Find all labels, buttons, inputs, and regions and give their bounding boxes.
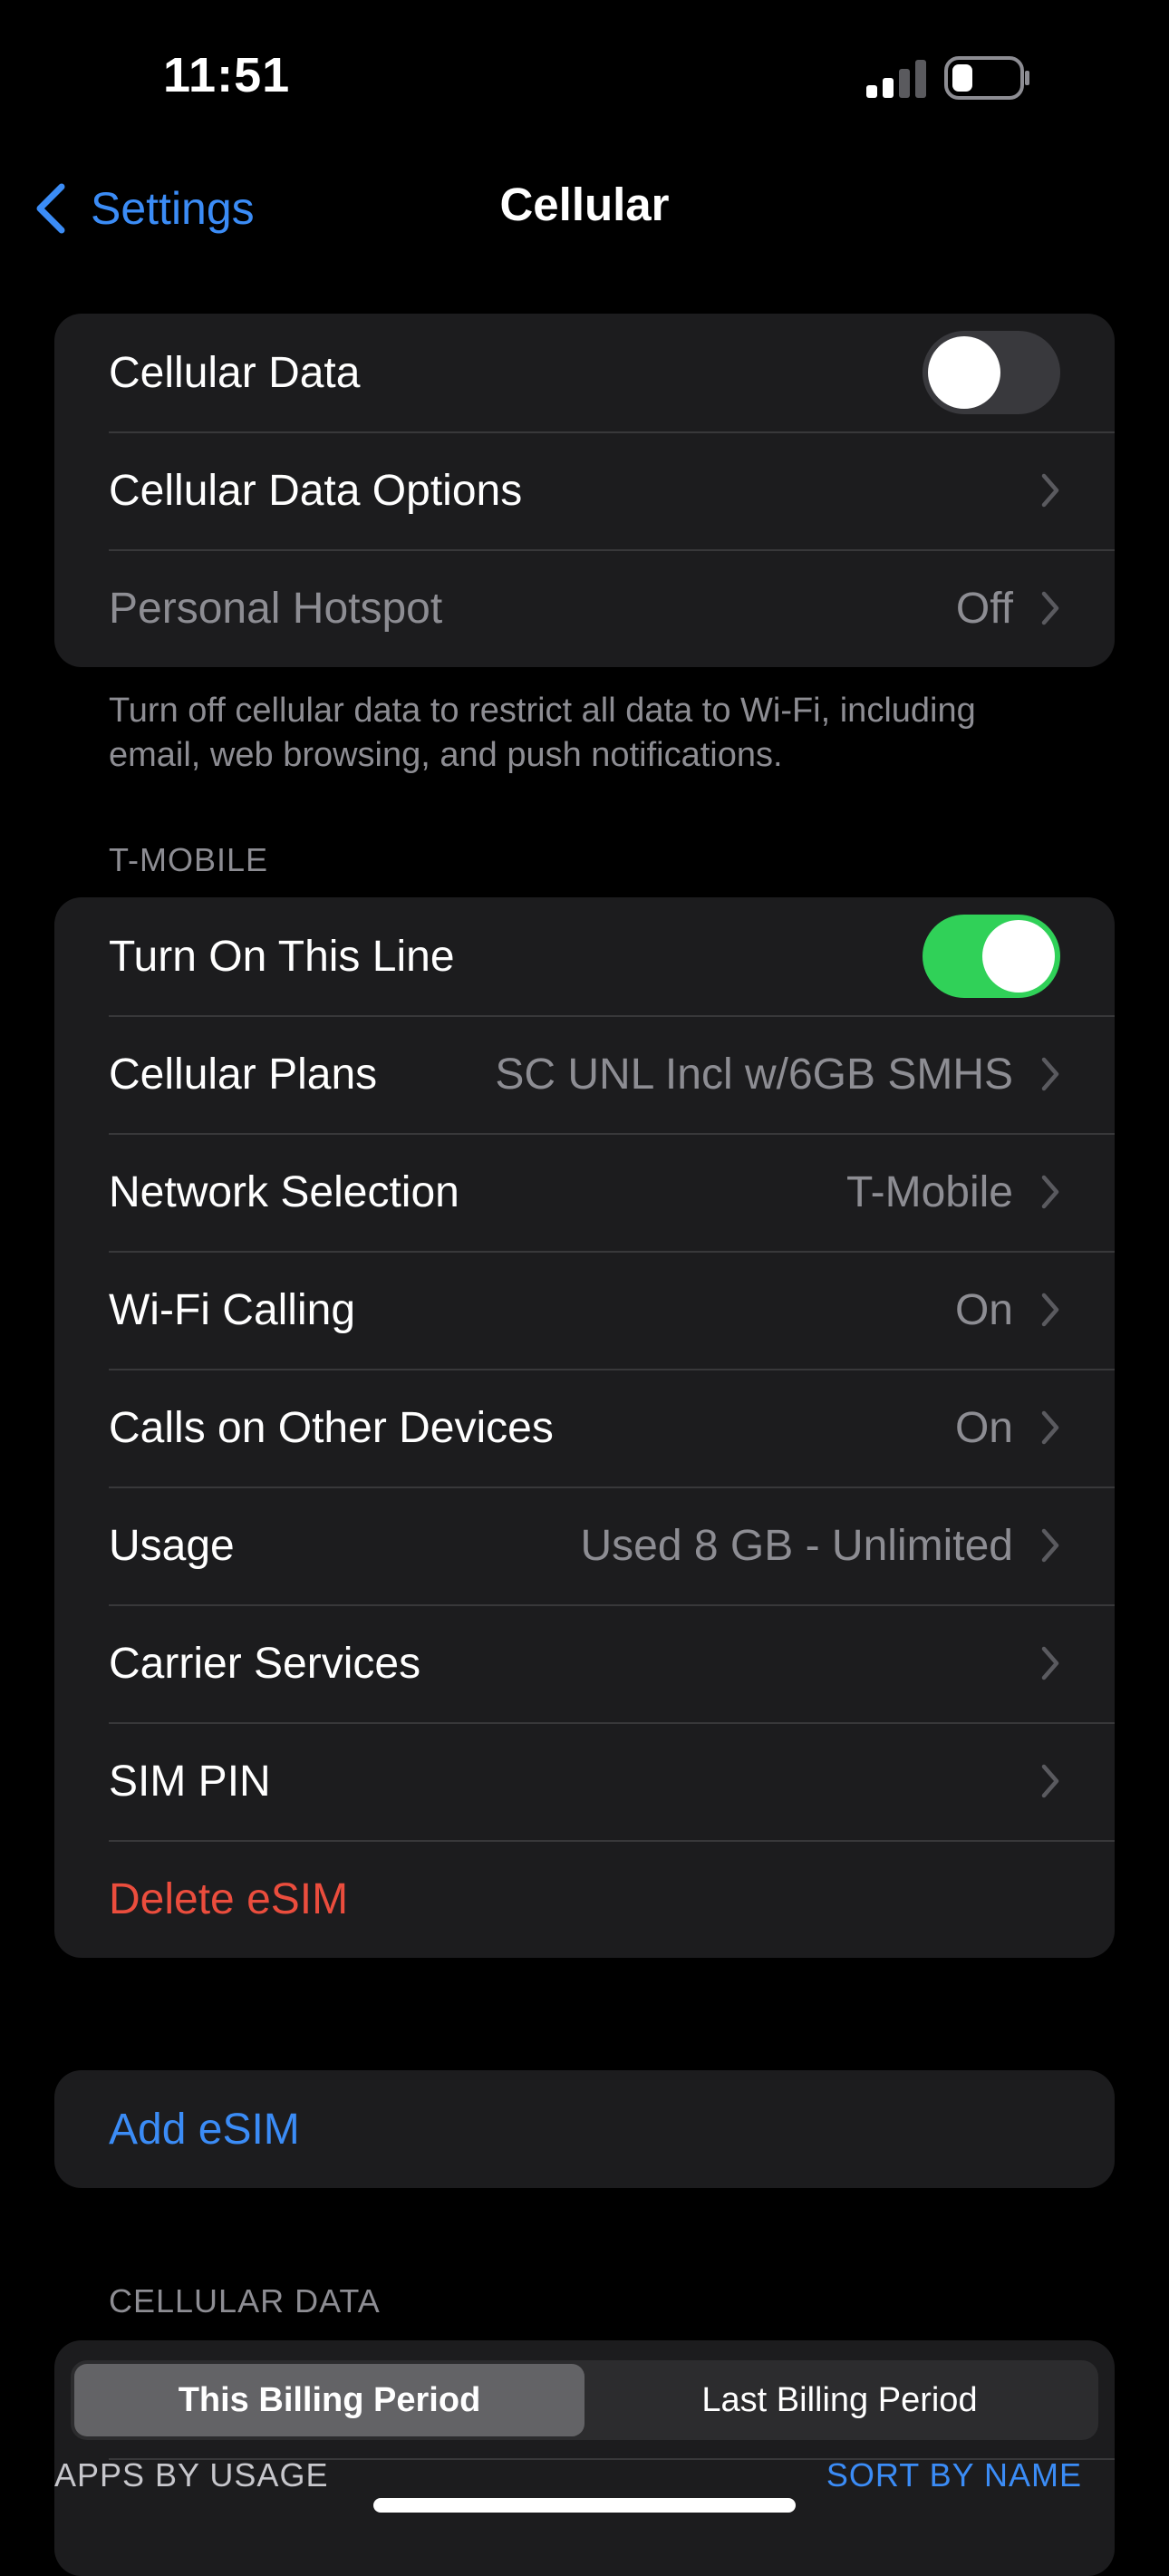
row-value: SC UNL Incl w/6GB SMHS bbox=[495, 1050, 1013, 1099]
cellular-data-label: Cellular Data bbox=[109, 348, 361, 397]
cellular-data-toggle[interactable] bbox=[923, 331, 1060, 414]
chevron-right-icon bbox=[1041, 473, 1059, 508]
chevron-right-icon bbox=[1041, 1057, 1059, 1091]
apps-by-usage-label: APPS BY USAGE bbox=[54, 2456, 329, 2494]
cellular-data-footnote: Turn off cellular data to restrict all d… bbox=[109, 692, 976, 774]
tmobile-group: Turn On This Line Cellular Plans SC UNL … bbox=[54, 897, 1115, 1958]
row-label: Usage bbox=[109, 1521, 235, 1570]
segment-last-billing-period[interactable]: Last Billing Period bbox=[584, 2364, 1095, 2436]
wifi-calling-row[interactable]: Wi-Fi Calling On bbox=[54, 1251, 1115, 1369]
personal-hotspot-row[interactable]: Personal Hotspot Off bbox=[54, 549, 1115, 667]
row-label: Calls on Other Devices bbox=[109, 1403, 554, 1452]
status-bar: 11:51 bbox=[0, 0, 1169, 154]
row-value: On bbox=[954, 1403, 1013, 1452]
chevron-right-icon bbox=[1041, 591, 1059, 625]
apps-by-usage-header: APPS BY USAGE SORT BY NAME bbox=[54, 2456, 1082, 2494]
row-value: T-Mobile bbox=[845, 1167, 1013, 1216]
segment-this-billing-period[interactable]: This Billing Period bbox=[74, 2364, 584, 2436]
row-label: Network Selection bbox=[109, 1167, 459, 1216]
cellular-data-options-row[interactable]: Cellular Data Options bbox=[54, 431, 1115, 549]
calls-on-other-devices-row[interactable]: Calls on Other Devices On bbox=[54, 1369, 1115, 1487]
row-label: Carrier Services bbox=[109, 1639, 421, 1688]
chevron-right-icon bbox=[1041, 1528, 1059, 1563]
add-esim-label: Add eSIM bbox=[109, 2105, 300, 2154]
turn-on-line-row: Turn On This Line bbox=[54, 897, 1115, 1015]
sim-pin-row[interactable]: SIM PIN bbox=[54, 1722, 1115, 1840]
add-esim-group: Add eSIM bbox=[54, 2070, 1115, 2188]
row-value: On bbox=[954, 1285, 1013, 1334]
cellular-data-row: Cellular Data bbox=[54, 314, 1115, 431]
network-selection-row[interactable]: Network Selection T-Mobile bbox=[54, 1133, 1115, 1251]
section-header-cellular-data: CELLULAR DATA bbox=[109, 2282, 381, 2319]
cellular-plans-row[interactable]: Cellular Plans SC UNL Incl w/6GB SMHS bbox=[54, 1015, 1115, 1133]
cellular-data-group: Cellular Data Cellular Data Options Pers… bbox=[54, 314, 1115, 667]
navigation-bar: Settings Cellular bbox=[0, 163, 1169, 254]
row-label: SIM PIN bbox=[109, 1757, 271, 1806]
status-time: 11:51 bbox=[163, 48, 291, 102]
toggle-knob bbox=[982, 920, 1055, 993]
cellular-data-options-label: Cellular Data Options bbox=[109, 466, 523, 515]
turn-on-line-label: Turn On This Line bbox=[109, 932, 455, 981]
battery-low-icon bbox=[944, 56, 1029, 100]
chevron-right-icon bbox=[1041, 1410, 1059, 1445]
delete-esim-button[interactable]: Delete eSIM bbox=[54, 1840, 1115, 1958]
page-title: Cellular bbox=[499, 179, 670, 230]
chevron-right-icon bbox=[1041, 1175, 1059, 1209]
delete-esim-label: Delete eSIM bbox=[109, 1874, 349, 1923]
usage-row[interactable]: Usage Used 8 GB - Unlimited bbox=[54, 1487, 1115, 1604]
billing-period-segmented-control: This Billing Period Last Billing Period bbox=[71, 2360, 1098, 2440]
chevron-right-icon bbox=[1041, 1293, 1059, 1327]
chevron-right-icon bbox=[1041, 1764, 1059, 1798]
add-esim-button[interactable]: Add eSIM bbox=[54, 2070, 1115, 2188]
chevron-right-icon bbox=[1041, 1646, 1059, 1680]
home-indicator[interactable] bbox=[373, 2498, 796, 2513]
turn-on-line-toggle[interactable] bbox=[923, 915, 1060, 998]
row-label: Cellular Plans bbox=[109, 1050, 378, 1099]
carrier-services-row[interactable]: Carrier Services bbox=[54, 1604, 1115, 1722]
sort-by-name-button[interactable]: SORT BY NAME bbox=[826, 2456, 1082, 2494]
personal-hotspot-value: Off bbox=[955, 584, 1013, 633]
row-label: Wi-Fi Calling bbox=[109, 1285, 356, 1334]
cellular-signal-icon bbox=[866, 60, 926, 98]
toggle-knob bbox=[928, 336, 1000, 409]
personal-hotspot-label: Personal Hotspot bbox=[109, 584, 443, 633]
section-header-tmobile: T-MOBILE bbox=[109, 841, 269, 878]
row-value: Used 8 GB - Unlimited bbox=[580, 1521, 1014, 1570]
